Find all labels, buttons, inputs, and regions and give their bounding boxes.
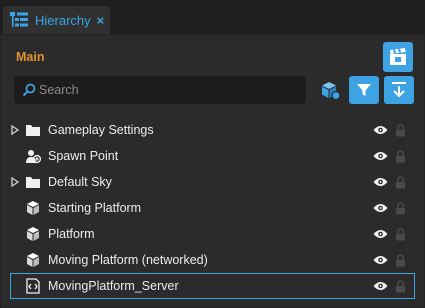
search-field[interactable] [14, 76, 306, 104]
lock-icon[interactable] [395, 149, 406, 163]
spawn-point-icon [26, 150, 41, 164]
tree-row[interactable]: Gameplay Settings [1, 117, 425, 143]
visibility-eye-icon[interactable] [373, 150, 388, 162]
cube-icon [27, 253, 39, 267]
lock-icon[interactable] [395, 201, 406, 215]
lock-icon[interactable] [395, 175, 406, 189]
tree-row-label: Starting Platform [48, 201, 142, 215]
visibility-eye-icon[interactable] [373, 280, 388, 292]
collapse-all-button[interactable] [384, 76, 414, 104]
folder-icon [26, 125, 40, 136]
tree-row-label: Platform [48, 227, 95, 241]
tree-row[interactable]: Platform [1, 221, 425, 247]
arrow-down-bar-icon [392, 82, 406, 98]
hierarchy-tree: Gameplay Settings Spawn Point Default Sky S… [1, 117, 425, 299]
lock-icon[interactable] [395, 123, 406, 137]
hierarchy-panel: Main Gameplay Settin [0, 34, 425, 308]
tree-row-label: Spawn Point [48, 149, 119, 163]
filter-icon [357, 84, 371, 96]
tree-row[interactable]: Starting Platform [1, 195, 425, 221]
tree-row[interactable]: Spawn Point [1, 143, 425, 169]
tree-row-label: Default Sky [48, 175, 112, 189]
search-input[interactable] [39, 83, 289, 97]
visibility-eye-icon[interactable] [373, 228, 388, 240]
tree-row-label: Gameplay Settings [48, 123, 154, 137]
lock-icon[interactable] [395, 253, 406, 267]
lock-icon[interactable] [395, 227, 406, 241]
visibility-eye-icon[interactable] [373, 124, 388, 136]
hierarchy-icon [10, 12, 28, 27]
filter-button[interactable] [349, 76, 379, 104]
search-icon [22, 83, 36, 97]
tab-hierarchy[interactable]: Hierarchy × [3, 6, 110, 34]
tree-row[interactable]: MovingPlatform_Server [10, 273, 415, 299]
cube-icon [27, 227, 39, 241]
tab-title: Hierarchy [35, 12, 91, 28]
create-scene-button[interactable] [383, 42, 413, 72]
section-label-main: Main [16, 50, 45, 64]
lock-icon[interactable] [395, 279, 406, 293]
tree-row[interactable]: Default Sky [1, 169, 425, 195]
script-icon [26, 278, 40, 294]
tab-bar: Hierarchy × [0, 0, 425, 38]
expand-arrow-icon[interactable] [11, 125, 19, 135]
expand-arrow-icon[interactable] [11, 177, 19, 187]
cube-icon [27, 201, 39, 215]
tree-row[interactable]: Moving Platform (networked) [1, 247, 425, 273]
tree-row-label: Moving Platform (networked) [48, 253, 208, 267]
visibility-eye-icon[interactable] [373, 176, 388, 188]
add-object-cube-icon[interactable] [320, 81, 342, 101]
tree-row-label: MovingPlatform_Server [48, 279, 179, 293]
folder-icon [26, 177, 40, 188]
clapperboard-icon [390, 48, 406, 65]
close-icon[interactable]: × [97, 13, 105, 28]
visibility-eye-icon[interactable] [373, 254, 388, 266]
visibility-eye-icon[interactable] [373, 202, 388, 214]
